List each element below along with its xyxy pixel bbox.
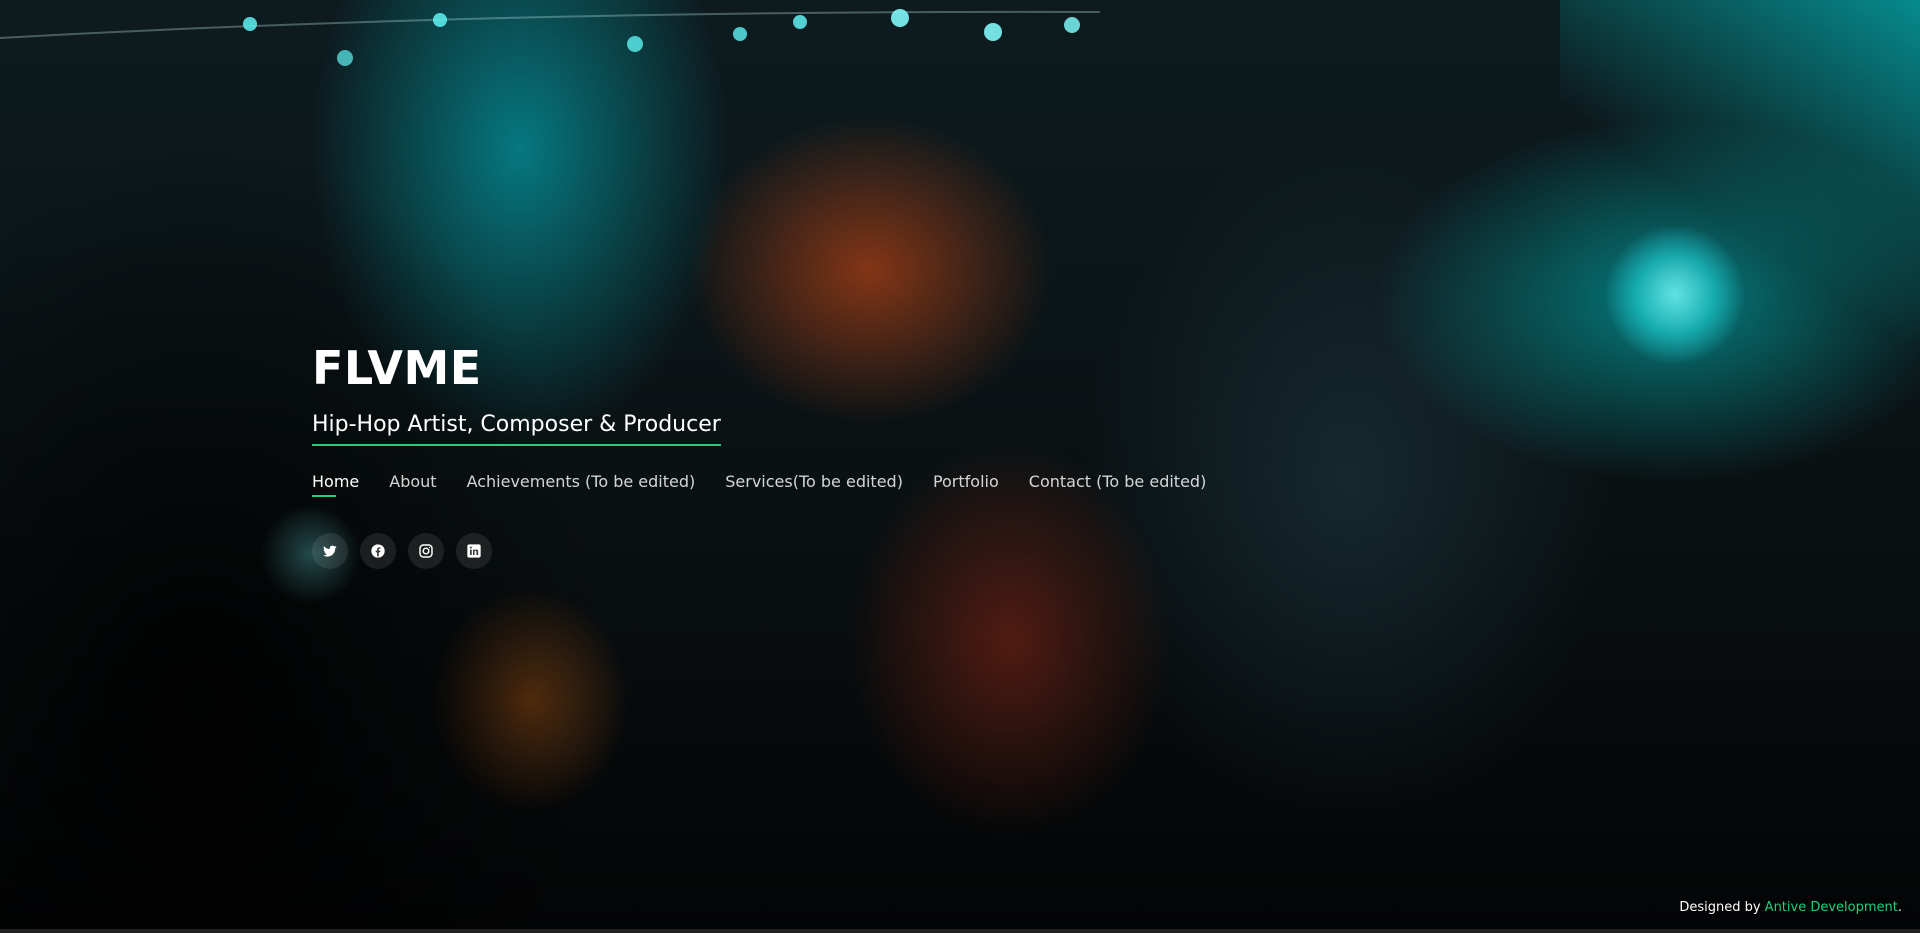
social-links <box>312 533 1206 569</box>
facebook-icon <box>371 544 385 558</box>
site-subtitle: Hip-Hop Artist, Composer & Producer <box>312 412 721 437</box>
nav-portfolio[interactable]: Portfolio <box>933 472 999 497</box>
hero-content: FLVME Hip-Hop Artist, Composer & Produce… <box>312 340 1206 569</box>
hero-background-photo: FLVME Hip-Hop Artist, Composer & Produce… <box>0 0 1920 933</box>
credit-link[interactable]: Antive Development <box>1765 900 1898 915</box>
instagram-link[interactable] <box>408 533 444 569</box>
subtitle-underline: Hip-Hop Artist, Composer & Producer <box>312 410 721 446</box>
nav-home[interactable]: Home <box>312 472 359 497</box>
nav-about[interactable]: About <box>389 472 436 497</box>
nav-contact[interactable]: Contact (To be edited) <box>1029 472 1207 497</box>
credit-suffix: . <box>1897 900 1902 915</box>
twitter-link[interactable] <box>312 533 348 569</box>
nav-achievements[interactable]: Achievements (To be edited) <box>467 472 696 497</box>
instagram-icon <box>419 544 433 558</box>
linkedin-link[interactable] <box>456 533 492 569</box>
nav-services[interactable]: Services(To be edited) <box>725 472 903 497</box>
string-lights-decoration <box>0 9 1100 66</box>
footer-credit: Designed by Antive Development. <box>1679 900 1902 915</box>
linkedin-icon <box>467 544 481 558</box>
site-title: FLVME <box>312 341 482 395</box>
bottom-edge-bar <box>0 929 1920 933</box>
facebook-link[interactable] <box>360 533 396 569</box>
credit-prefix: Designed by <box>1679 900 1761 915</box>
twitter-icon <box>323 545 337 557</box>
main-nav: Home About Achievements (To be edited) S… <box>312 472 1206 497</box>
